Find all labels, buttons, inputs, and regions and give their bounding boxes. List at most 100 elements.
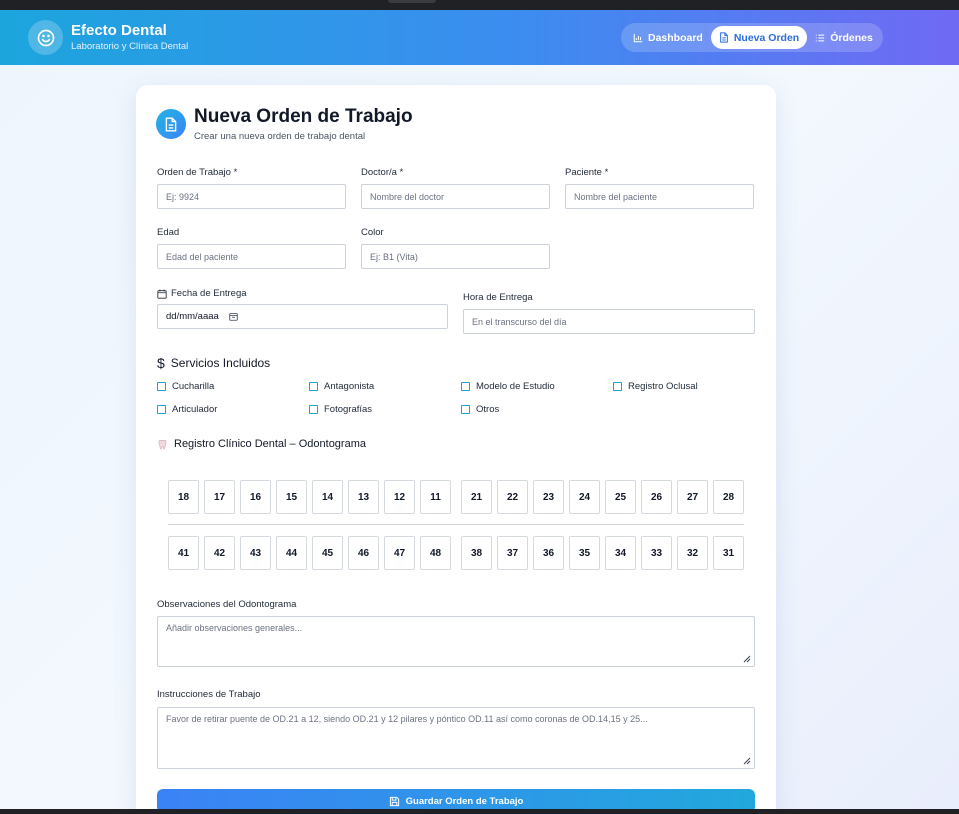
tooth-36[interactable]: 36 xyxy=(533,536,564,570)
service-label: Antagonista xyxy=(324,381,375,392)
tooth-12[interactable]: 12 xyxy=(384,480,415,514)
fecha-placeholder: dd/mm/aaaa xyxy=(166,311,219,322)
tooth-17[interactable]: 17 xyxy=(204,480,235,514)
nav-dashboard-label: Dashboard xyxy=(648,31,703,44)
checkbox[interactable] xyxy=(309,382,318,391)
doctor-input[interactable] xyxy=(361,184,550,209)
checkbox[interactable] xyxy=(613,382,622,391)
color-input[interactable] xyxy=(361,244,550,269)
save-order-label: Guardar Orden de Trabajo xyxy=(405,795,524,807)
tooth-26[interactable]: 26 xyxy=(641,480,672,514)
fecha-label: Fecha de Entrega xyxy=(157,288,247,299)
service-label: Otros xyxy=(476,404,500,415)
instrucciones-label: Instrucciones de Trabajo xyxy=(157,689,261,700)
service-otros[interactable]: Otros xyxy=(461,404,499,415)
window-bottom-bar xyxy=(0,809,959,814)
tooth-42[interactable]: 42 xyxy=(204,536,235,570)
tooth-24[interactable]: 24 xyxy=(569,480,600,514)
tooth-38[interactable]: 38 xyxy=(461,536,492,570)
tooth-34[interactable]: 34 xyxy=(605,536,636,570)
tooth-28[interactable]: 28 xyxy=(713,480,744,514)
page-subtitle: Crear una nueva orden de trabajo dental xyxy=(194,131,366,142)
doctor-label: Doctor/a * xyxy=(361,167,404,178)
orden-input[interactable] xyxy=(157,184,346,209)
nav-ordenes[interactable]: Órdenes xyxy=(807,26,881,49)
service-label: Articulador xyxy=(172,404,218,415)
hora-label: Hora de Entrega xyxy=(463,292,533,303)
document-icon xyxy=(165,116,177,132)
resize-grip-icon[interactable] xyxy=(743,655,751,663)
paciente-input[interactable] xyxy=(565,184,754,209)
tooth-33[interactable]: 33 xyxy=(641,536,672,570)
tooth-21[interactable]: 21 xyxy=(461,480,492,514)
services-heading: $ Servicios Incluidos xyxy=(157,355,270,371)
service-label: Fotografías xyxy=(324,404,373,415)
checkbox[interactable] xyxy=(461,382,470,391)
instrucciones-textarea[interactable] xyxy=(157,707,755,769)
tooth-16[interactable]: 16 xyxy=(240,480,271,514)
checkbox[interactable] xyxy=(157,382,166,391)
services-title: Servicios Incluidos xyxy=(170,356,271,370)
nav-nueva-orden-label: Nueva Orden xyxy=(733,31,800,44)
service-registro-oclusal[interactable]: Registro Oclusal xyxy=(613,381,698,392)
main-nav: Dashboard Nueva Orden Órdenes xyxy=(621,23,883,52)
bar-chart-icon xyxy=(633,33,643,42)
window-top-bar xyxy=(0,0,959,10)
service-label: Cucharilla xyxy=(172,381,215,392)
tooth-46[interactable]: 46 xyxy=(348,536,379,570)
tooth-45[interactable]: 45 xyxy=(312,536,343,570)
checkbox[interactable] xyxy=(461,405,470,414)
hora-input[interactable] xyxy=(463,309,755,334)
service-antagonista[interactable]: Antagonista xyxy=(309,381,374,392)
fecha-label-text: Fecha de Entrega xyxy=(171,288,247,299)
tooth-11[interactable]: 11 xyxy=(420,480,451,514)
order-form-card: Nueva Orden de Trabajo Crear una nueva o… xyxy=(136,85,776,814)
observaciones-textarea[interactable] xyxy=(157,616,755,667)
nav-dashboard[interactable]: Dashboard xyxy=(625,26,711,49)
fecha-input[interactable]: dd/mm/aaaa xyxy=(157,304,448,329)
paciente-label: Paciente * xyxy=(565,167,609,178)
odontogram-title: Registro Clínico Dental – Odontograma xyxy=(174,438,366,450)
app-header: Efecto Dental Laboratorio y Clínica Dent… xyxy=(0,10,959,65)
tooth-15[interactable]: 15 xyxy=(276,480,307,514)
app-subtitle: Laboratorio y Clínica Dental xyxy=(71,41,189,52)
tooth-18[interactable]: 18 xyxy=(168,480,199,514)
service-fotografias[interactable]: Fotografías xyxy=(309,404,372,415)
tooth-35[interactable]: 35 xyxy=(569,536,600,570)
tooth-44[interactable]: 44 xyxy=(276,536,307,570)
edad-label: Edad xyxy=(157,227,180,238)
nav-nueva-orden[interactable]: Nueva Orden xyxy=(710,26,808,49)
tooth-31[interactable]: 31 xyxy=(713,536,744,570)
tooth-icon xyxy=(158,439,167,449)
orden-label: Orden de Trabajo * xyxy=(157,167,238,178)
tooth-47[interactable]: 47 xyxy=(384,536,415,570)
service-articulador[interactable]: Articulador xyxy=(157,404,217,415)
tooth-22[interactable]: 22 xyxy=(497,480,528,514)
resize-grip-icon[interactable] xyxy=(743,757,751,765)
observaciones-label: Observaciones del Odontograma xyxy=(157,599,297,610)
page-title: Nueva Orden de Trabajo xyxy=(194,106,413,127)
color-label: Color xyxy=(361,227,384,238)
tooth-43[interactable]: 43 xyxy=(240,536,271,570)
tooth-23[interactable]: 23 xyxy=(533,480,564,514)
service-cucharilla[interactable]: Cucharilla xyxy=(157,381,214,392)
tab-indicator xyxy=(388,0,436,3)
tooth-27[interactable]: 27 xyxy=(677,480,708,514)
odontogram-heading: Registro Clínico Dental – Odontograma xyxy=(157,438,366,450)
calendar-icon xyxy=(157,289,167,299)
tooth-25[interactable]: 25 xyxy=(605,480,636,514)
tooth-14[interactable]: 14 xyxy=(312,480,343,514)
service-label: Registro Oclusal xyxy=(628,381,698,392)
checkbox[interactable] xyxy=(157,405,166,414)
checkbox[interactable] xyxy=(309,405,318,414)
tooth-13[interactable]: 13 xyxy=(348,480,379,514)
tooth-41[interactable]: 41 xyxy=(168,536,199,570)
tooth-32[interactable]: 32 xyxy=(677,536,708,570)
service-modelo-estudio[interactable]: Modelo de Estudio xyxy=(461,381,555,392)
logo xyxy=(28,20,63,55)
edad-input[interactable] xyxy=(157,244,346,269)
calendar-picker-icon[interactable] xyxy=(229,312,238,321)
app-title: Efecto Dental xyxy=(71,22,167,39)
tooth-37[interactable]: 37 xyxy=(497,536,528,570)
tooth-48[interactable]: 48 xyxy=(420,536,451,570)
